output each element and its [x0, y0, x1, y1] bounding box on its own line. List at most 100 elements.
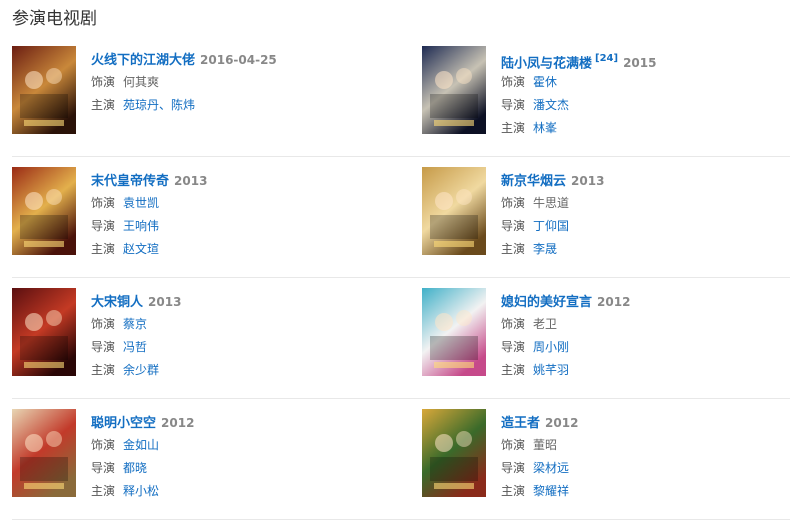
drama-title-link[interactable]: 陆小凤与花满楼	[501, 56, 592, 71]
role-name: 老卫	[533, 317, 558, 331]
meta-line: 导演 潘文杰	[501, 95, 790, 115]
meta-key: 主演	[501, 242, 526, 256]
meta-line: 主演 赵文瑄	[91, 239, 391, 259]
drama-info: 新京华烟云 2013 饰演 牛思道 导演 丁仰国 主演 李晟	[501, 170, 790, 259]
drama-item: 末代皇帝传奇 2013 饰演 袁世凯 导演 王响伟 主演 赵文瑄	[12, 167, 382, 257]
drama-year: 2012	[161, 416, 195, 430]
person-link[interactable]: 余少群	[123, 363, 159, 377]
meta-line: 饰演 袁世凯	[91, 193, 391, 213]
person-link[interactable]: 金如山	[123, 438, 159, 452]
person-link[interactable]: 丁仰国	[533, 219, 569, 233]
drama-item: 媳妇的美好宣言 2012 饰演 老卫 导演 周小刚 主演 姚芊羽	[422, 288, 790, 378]
poster-image	[12, 409, 76, 497]
person-link[interactable]: 释小松	[123, 484, 159, 498]
meta-key: 导演	[501, 340, 526, 354]
drama-info: 大宋铜人 2013 饰演 蔡京 导演 冯哲 主演 余少群	[91, 291, 391, 380]
meta-line: 主演 李晟	[501, 239, 790, 259]
drama-item: 大宋铜人 2013 饰演 蔡京 导演 冯哲 主演 余少群	[12, 288, 382, 378]
person-link[interactable]: 林峯	[533, 121, 557, 135]
person-link[interactable]: 霍休	[533, 75, 557, 89]
drama-list: 火线下的江湖大佬 2016-04-25 饰演 何其爽主演 苑琼丹、陈炜 陆小凤与花满楼 [2…	[12, 36, 790, 520]
poster-image	[422, 46, 486, 134]
role-name: 牛思道	[533, 196, 570, 210]
meta-line: 主演 黎耀祥	[501, 481, 790, 501]
drama-title-link[interactable]: 聪明小空空	[91, 416, 156, 431]
meta-line: 主演 姚芊羽	[501, 360, 790, 380]
person-link[interactable]: 潘文杰	[533, 98, 569, 112]
role-name: 董昭	[533, 438, 558, 452]
meta-line: 导演 丁仰国	[501, 216, 790, 236]
person-link[interactable]: 李晟	[533, 242, 557, 256]
drama-year: 2016-04-25	[200, 53, 277, 67]
drama-year: 2012	[545, 416, 579, 430]
poster-link[interactable]	[422, 409, 486, 497]
person-link[interactable]: 蔡京	[123, 317, 147, 331]
title-line: 陆小凤与花满楼 [24] 2015	[501, 49, 790, 71]
meta-line: 饰演 蔡京	[91, 314, 391, 334]
poster-link[interactable]	[12, 409, 76, 497]
poster-link[interactable]	[422, 46, 486, 134]
meta-line: 饰演 董昭	[501, 435, 790, 455]
poster-image	[422, 288, 486, 376]
person-link[interactable]: 王响伟	[123, 219, 159, 233]
drama-title-link[interactable]: 造王者	[501, 416, 540, 431]
person-link[interactable]: 都晓	[123, 461, 147, 475]
person-link[interactable]: 赵文瑄	[123, 242, 159, 256]
meta-key: 导演	[501, 98, 526, 112]
poster-image	[422, 409, 486, 497]
drama-item: 火线下的江湖大佬 2016-04-25 饰演 何其爽 主演 苑琼丹、陈炜	[12, 46, 382, 136]
drama-title-link[interactable]: 末代皇帝传奇	[91, 174, 169, 189]
person-link[interactable]: 梁材远	[533, 461, 569, 475]
meta-key: 主演	[501, 121, 526, 135]
drama-info: 火线下的江湖大佬 2016-04-25 饰演 何其爽主演 苑琼丹、陈炜	[91, 49, 391, 115]
person-link[interactable]: 袁世凯	[123, 196, 159, 210]
drama-info: 陆小凤与花满楼 [24] 2015 饰演 霍休 导演 潘文杰 主演 林峯	[501, 49, 790, 138]
drama-item: 造王者 2012 饰演 董昭导演 梁材远主演 黎耀祥	[422, 409, 790, 499]
meta-line: 主演 苑琼丹、陈炜	[91, 95, 391, 115]
poster-link[interactable]	[422, 167, 486, 255]
title-line: 末代皇帝传奇 2013	[91, 170, 391, 190]
drama-title-link[interactable]: 新京华烟云	[501, 174, 566, 189]
drama-year: 2013	[174, 174, 208, 188]
drama-info: 聪明小空空 2012 饰演 金如山 导演 都晓 主演 释小松	[91, 412, 391, 501]
meta-key: 饰演	[91, 317, 116, 331]
person-link[interactable]: 苑琼丹	[123, 98, 159, 112]
citation-ref[interactable]: [24]	[595, 53, 618, 64]
poster-link[interactable]	[12, 288, 76, 376]
person-link[interactable]: 陈炜	[171, 98, 195, 112]
drama-title-link[interactable]: 火线下的江湖大佬	[91, 53, 195, 68]
meta-key: 主演	[91, 98, 116, 112]
meta-key: 饰演	[501, 75, 526, 89]
meta-line: 饰演 金如山	[91, 435, 391, 455]
person-link[interactable]: 冯哲	[123, 340, 147, 354]
poster-link[interactable]	[12, 46, 76, 134]
title-line: 新京华烟云 2013	[501, 170, 790, 190]
meta-key: 导演	[91, 340, 116, 354]
meta-line: 主演 释小松	[91, 481, 391, 501]
drama-title-link[interactable]: 媳妇的美好宣言	[501, 295, 592, 310]
drama-item: 陆小凤与花满楼 [24] 2015 饰演 霍休 导演 潘文杰 主演 林峯	[422, 46, 790, 136]
section-title: 参演电视剧	[12, 9, 97, 29]
drama-item: 新京华烟云 2013 饰演 牛思道 导演 丁仰国 主演 李晟	[422, 167, 790, 257]
poster-image	[12, 46, 76, 134]
title-line: 大宋铜人 2013	[91, 291, 391, 311]
drama-info: 末代皇帝传奇 2013 饰演 袁世凯导演 王响伟主演 赵文瑄	[91, 170, 391, 259]
meta-line: 导演 王响伟	[91, 216, 391, 236]
meta-line: 饰演 何其爽	[91, 72, 391, 92]
meta-line: 导演 冯哲	[91, 337, 391, 357]
meta-key: 饰演	[501, 317, 526, 331]
meta-key: 主演	[501, 363, 526, 377]
poster-link[interactable]	[12, 167, 76, 255]
meta-line: 饰演 霍休	[501, 72, 790, 92]
drama-row: 聪明小空空 2012 饰演 金如山 导演 都晓 主演 释小松 造王者 2012 饰演 董昭 导演 梁材远主…	[12, 399, 790, 520]
poster-image	[12, 288, 76, 376]
meta-line: 导演 梁材远	[501, 458, 790, 478]
meta-key: 饰演	[91, 438, 116, 452]
drama-title-link[interactable]: 大宋铜人	[91, 295, 143, 310]
poster-link[interactable]	[422, 288, 486, 376]
person-link[interactable]: 黎耀祥	[533, 484, 569, 498]
drama-info: 造王者 2012 饰演 董昭导演 梁材远主演 黎耀祥	[501, 412, 790, 501]
person-link[interactable]: 姚芊羽	[533, 363, 569, 377]
meta-line: 主演 余少群	[91, 360, 391, 380]
person-link[interactable]: 周小刚	[533, 340, 569, 354]
